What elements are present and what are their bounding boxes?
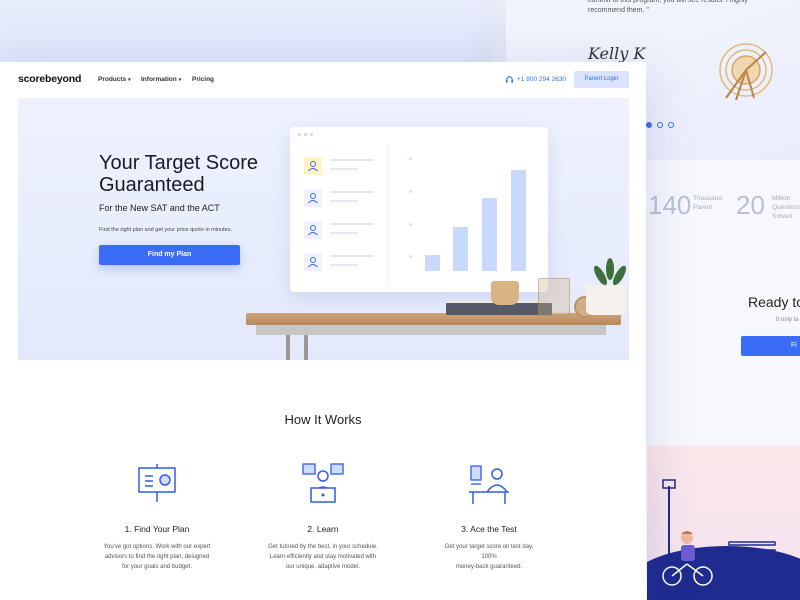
pencil-cup-icon xyxy=(719,43,773,101)
student-avatar-icon xyxy=(304,221,322,239)
testimonial-signature: Kelly K xyxy=(588,44,646,63)
background-page-top xyxy=(0,0,490,62)
phone-number: +1 800 294 2630 xyxy=(517,76,566,83)
step-description: You've got options. Work with our expert… xyxy=(103,544,211,570)
chart-bar xyxy=(482,198,497,271)
student-row xyxy=(304,189,384,209)
presentation-board-icon xyxy=(135,462,179,506)
mug xyxy=(491,281,519,305)
student-avatar-icon xyxy=(304,189,322,207)
chart-dot xyxy=(409,190,412,193)
text-line xyxy=(330,223,374,225)
step-description: Get tutored by the best, in your schedul… xyxy=(268,544,378,570)
desk-leg xyxy=(286,335,290,360)
student-row xyxy=(304,221,384,241)
hero-section: Your Target Score Guaranteed For the New… xyxy=(18,98,629,360)
cyclist-icon xyxy=(662,531,713,586)
desk-leg xyxy=(304,335,308,360)
student-row xyxy=(304,253,384,273)
carousel-dot[interactable] xyxy=(646,122,652,128)
nav-label: Pricing xyxy=(192,76,215,83)
student-avatar-icon xyxy=(304,253,322,271)
step-title: 2. Learn xyxy=(307,524,339,534)
chart-dot xyxy=(409,255,412,258)
carousel-dot[interactable] xyxy=(657,122,663,128)
plant-leaf xyxy=(606,258,614,280)
chart-bar xyxy=(511,170,526,271)
text-line xyxy=(330,264,358,266)
carousel-dots[interactable] xyxy=(646,122,674,128)
step-title: 1. Find Your Plan xyxy=(124,524,190,534)
text-line xyxy=(330,200,358,202)
chevron-down-icon: ▾ xyxy=(178,77,182,83)
divider xyxy=(387,145,388,285)
phone-link[interactable]: +1 800 294 2630 xyxy=(505,75,566,84)
cyclist-illustration xyxy=(647,446,800,600)
window-dots xyxy=(298,133,313,136)
nav-pricing[interactable]: Pricing xyxy=(192,76,214,83)
chevron-down-icon: ▾ xyxy=(128,77,131,83)
chart-bar xyxy=(453,227,468,271)
step-learn: 2. Learn Get tutored by the best, in you… xyxy=(248,462,398,572)
desk-frame xyxy=(256,325,606,335)
student-avatar-icon xyxy=(304,157,322,175)
cta-title: Ready to xyxy=(748,294,800,310)
text-line xyxy=(330,191,374,193)
pencil-cup xyxy=(538,278,570,316)
text-line xyxy=(330,159,374,161)
nav-label: Products xyxy=(98,76,127,83)
cta-button[interactable]: Fi xyxy=(741,336,800,356)
text-line xyxy=(330,168,358,170)
step-find-plan: 1. Find Your Plan You've got options. Wo… xyxy=(82,462,232,572)
hero-subtitle: For the New SAT and the ACT xyxy=(99,203,220,213)
bench-icon xyxy=(728,541,776,566)
headset-icon xyxy=(505,76,514,83)
cta-subtitle: It only ta xyxy=(776,317,799,323)
main-window: scorebeyond Products ▾ Information ▾ Prici… xyxy=(0,62,646,600)
logo[interactable]: scorebeyond xyxy=(18,73,81,85)
top-nav: scorebeyond Products ▾ Information ▾ Prici… xyxy=(0,62,646,98)
laptop-tutor-icon xyxy=(301,462,345,506)
carousel-dot[interactable] xyxy=(668,122,674,128)
monitor-illustration xyxy=(290,127,548,292)
chart-dot xyxy=(409,223,412,226)
how-it-works-title: How It Works xyxy=(284,412,362,427)
stat-value: 140 xyxy=(648,190,692,220)
chart-dot xyxy=(409,157,412,160)
nav-label: Information xyxy=(141,76,177,83)
step-description: Get your target score on test day, 100% … xyxy=(444,544,534,570)
chart-bar xyxy=(425,255,440,271)
stat-value: 20 xyxy=(736,190,765,220)
nav-information[interactable]: Information ▾ xyxy=(141,76,181,83)
student-desk-icon xyxy=(467,462,511,506)
step-title: 3. Ace the Test xyxy=(461,524,517,534)
student-row xyxy=(304,157,384,177)
stat-label: Million Questions Solved xyxy=(772,195,800,220)
nav-products[interactable]: Products ▾ xyxy=(98,76,131,83)
text-line xyxy=(330,232,358,234)
stat-label: Thousand Parent xyxy=(693,195,722,211)
find-my-plan-button[interactable]: Find my Plan xyxy=(99,245,240,265)
testimonial-quote: commit to this program, you will see res… xyxy=(588,0,748,14)
hero-note: Find the right plan and get your price q… xyxy=(99,227,232,233)
plant-pot xyxy=(586,285,626,315)
step-ace-test: 3. Ace the Test Get your target score on… xyxy=(414,462,564,572)
hero-title: Your Target Score Guaranteed xyxy=(99,152,258,196)
parent-login-button[interactable]: Parent Login xyxy=(574,71,629,88)
text-line xyxy=(330,255,374,257)
